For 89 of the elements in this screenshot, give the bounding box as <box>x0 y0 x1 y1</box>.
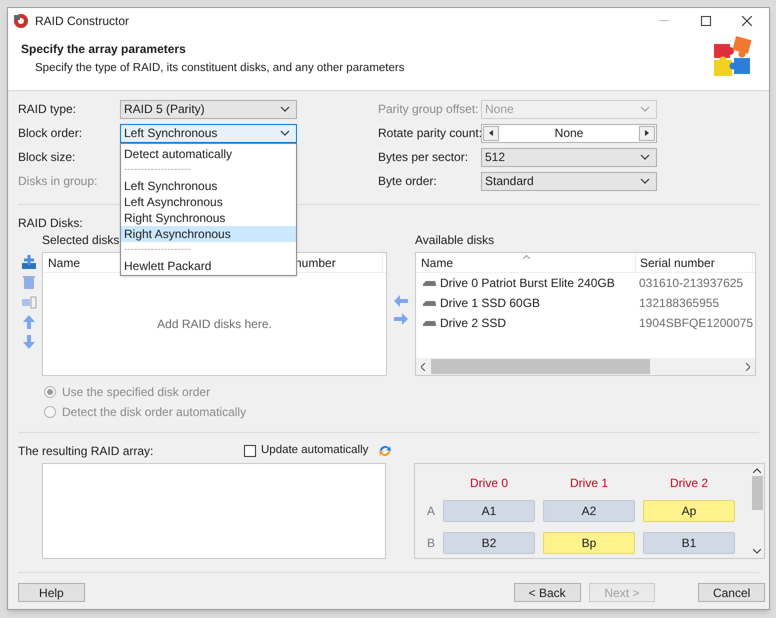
dropdown-field: None <box>481 100 657 118</box>
radio-label: Use the specified disk order <box>62 384 210 401</box>
drive-icon <box>423 280 436 286</box>
drive-header: Drive 0 <box>470 475 508 490</box>
serial-number: 132188365955 <box>638 295 720 312</box>
list-label: Available disks <box>415 232 494 249</box>
checkbox-label: Update automatically <box>261 443 368 458</box>
dialog-button[interactable]: Cancel <box>698 583 765 602</box>
dropdown-option[interactable]: Detect automatically <box>121 146 296 162</box>
dropdown-option[interactable]: Right Synchronous <box>121 210 296 226</box>
scroll-left-icon[interactable] <box>421 362 426 370</box>
dropdown-field[interactable]: RAID 5 (Parity) <box>120 100 297 118</box>
right-arrow-icon[interactable] <box>394 313 408 325</box>
field-label: Block size: <box>18 149 76 166</box>
checkbox[interactable] <box>244 445 256 457</box>
trash-icon[interactable] <box>21 274 37 290</box>
field-label: Block order: <box>18 125 84 142</box>
maximize-icon[interactable] <box>701 16 711 26</box>
section-label: RAID Disks: <box>18 215 83 229</box>
app-icon <box>13 13 29 29</box>
block-tile: Bp <box>543 532 636 554</box>
drive-icon <box>423 320 436 326</box>
drive-icon <box>423 300 436 306</box>
spin-field[interactable]: None <box>481 124 657 142</box>
refresh-icon[interactable] <box>378 444 392 458</box>
disk-name[interactable]: Drive 0 Patriot Burst Elite 240GB <box>440 274 615 292</box>
left-arrow-icon[interactable] <box>394 295 408 307</box>
block-tile: B2 <box>443 532 536 554</box>
dropdown-option[interactable]: Right Asynchronous <box>121 226 296 242</box>
block-tile: A1 <box>443 500 536 522</box>
page-title: Specify the array parameters <box>21 41 187 55</box>
add-disk-icon[interactable] <box>21 254 37 270</box>
scroll-up-icon[interactable] <box>753 468 761 473</box>
empty-list-hint: Add RAID disks here. <box>157 316 272 333</box>
disk-name[interactable]: Drive 2 SSD <box>440 314 506 332</box>
separator-text: -------------------- <box>123 162 192 176</box>
column-header[interactable]: Name <box>48 254 80 272</box>
horizontal-scrollbar[interactable] <box>416 358 755 375</box>
column-header[interactable]: Name <box>416 253 636 272</box>
radio-label: Detect the disk order automatically <box>62 404 246 421</box>
field-label: Parity group offset: <box>378 101 480 118</box>
dropdown-field[interactable]: 512 <box>481 148 657 166</box>
dialog-button[interactable]: Help <box>18 583 85 602</box>
field-label: Rotate parity count: <box>378 125 481 142</box>
down-arrow-icon[interactable] <box>21 334 37 350</box>
separator-text: -------------------- <box>123 242 192 256</box>
dropdown-option[interactable]: Left Asynchronous <box>121 194 296 210</box>
dialog-button[interactable]: < Back <box>514 583 580 602</box>
close-icon[interactable] <box>742 16 752 26</box>
scroll-thumb[interactable] <box>752 476 762 510</box>
field-label: Disks in group: <box>18 173 98 190</box>
block-tile: B1 <box>643 532 736 554</box>
dropdown-option[interactable]: Hewlett Packard <box>121 258 296 274</box>
chevron-icon <box>640 178 650 184</box>
stripe-label: A <box>427 503 436 520</box>
serial-number: 031610-213937625 <box>638 275 744 292</box>
field-label: RAID type: <box>18 101 78 118</box>
disk-name[interactable]: Drive 1 SSD 60GB <box>440 294 540 312</box>
window-title: RAID Constructor <box>35 13 130 30</box>
chevron-icon <box>640 154 650 160</box>
scroll-down-icon[interactable] <box>753 549 761 554</box>
dropdown-field[interactable]: Standard <box>481 172 657 190</box>
drive-header: Drive 1 <box>570 475 608 490</box>
chevron-icon <box>280 106 290 112</box>
increment-button[interactable] <box>639 126 655 140</box>
decrement-button[interactable] <box>483 126 499 140</box>
chevron-icon <box>640 106 650 112</box>
scroll-thumb[interactable] <box>431 359 650 374</box>
properties-icon[interactable] <box>21 294 37 310</box>
block-tile: A2 <box>543 500 636 522</box>
dropdown-field[interactable]: Left Synchronous <box>120 124 297 142</box>
stripe-label: B <box>427 535 436 552</box>
field-label: Byte order: <box>378 173 438 190</box>
right-arrow-icon <box>645 130 649 136</box>
text-area[interactable] <box>42 463 386 559</box>
dropdown-option[interactable]: Left Synchronous <box>121 178 296 194</box>
minimize-icon[interactable] <box>659 20 669 22</box>
column-header[interactable]: Serial number <box>636 253 753 272</box>
left-arrow-icon <box>489 130 493 136</box>
up-arrow-icon[interactable] <box>21 314 37 330</box>
section-label: The resulting RAID array: <box>18 444 154 458</box>
chevron-icon <box>280 130 290 136</box>
page-subtitle: Specify the type of RAID, its constituent disks, and any other parameters <box>34 61 404 76</box>
drive-header: Drive 2 <box>670 475 708 490</box>
block-tile: Ap <box>643 500 736 522</box>
field-label: Bytes per sector: <box>378 149 470 166</box>
scroll-right-icon[interactable] <box>745 362 750 370</box>
serial-number: 1904SBFQE1200075 <box>638 315 754 332</box>
list-label: Selected disks <box>42 233 120 247</box>
